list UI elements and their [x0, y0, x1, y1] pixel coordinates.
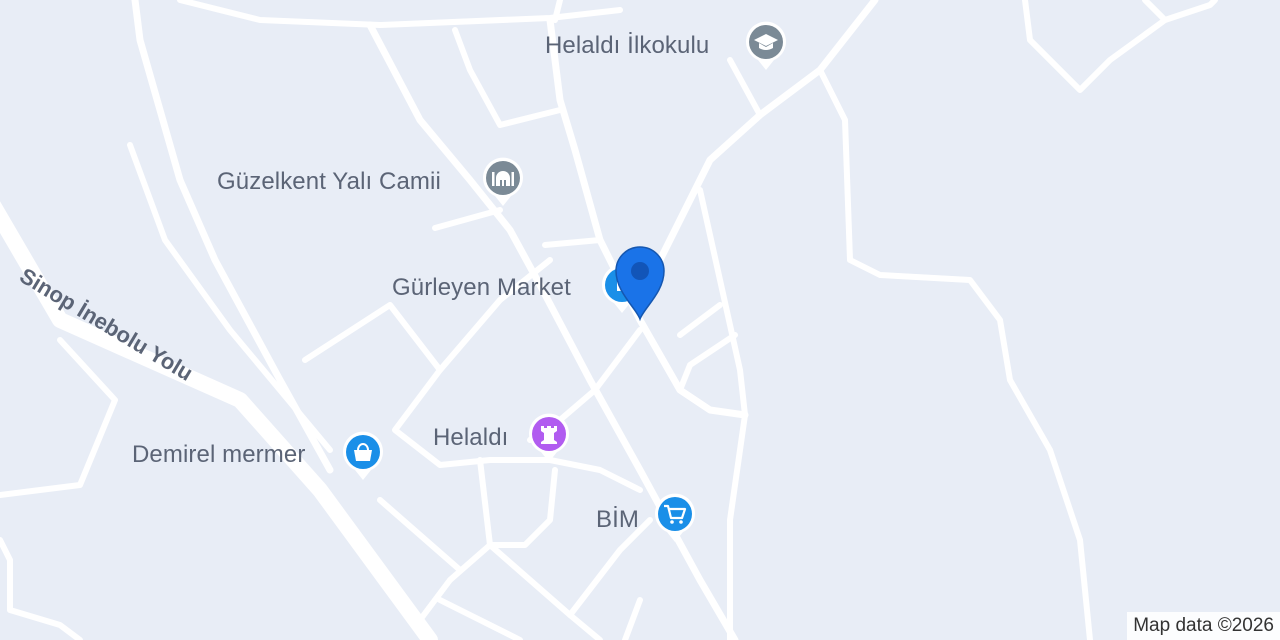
poi-label-bim[interactable]: BİM — [596, 506, 639, 534]
map-view[interactable]: Sinop İnebolu Yolu Helaldı İlkokulu Güze… — [0, 0, 1280, 640]
poi-label-demirel-mermer[interactable]: Demirel mermer — [132, 441, 305, 469]
road-label: Sinop İnebolu Yolu — [15, 263, 197, 386]
shopping-bag-icon[interactable] — [341, 430, 385, 482]
school-icon[interactable] — [744, 20, 788, 72]
poi-label-helaldi[interactable]: Helaldı — [433, 424, 508, 452]
shopping-cart-icon[interactable] — [653, 492, 697, 544]
location-marker-icon[interactable] — [612, 244, 668, 322]
poi-label-guzelkent-yali-camii[interactable]: Güzelkent Yalı Camii — [217, 168, 441, 196]
poi-label-helaldi-ilkokulu[interactable]: Helaldı İlkokulu — [545, 32, 709, 60]
mosque-icon[interactable] — [481, 156, 525, 208]
tower-icon[interactable] — [527, 412, 571, 464]
map-attribution: Map data ©2026 — [1127, 612, 1280, 640]
poi-label-gurleyen-market[interactable]: Gürleyen Market — [392, 274, 571, 302]
